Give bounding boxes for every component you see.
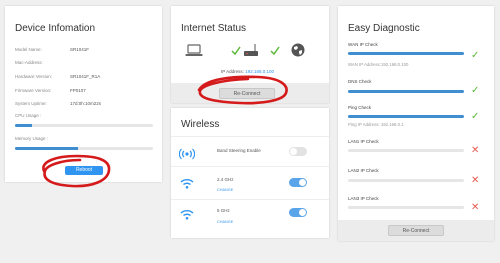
ip-address-line: IP Address: 192.168.0.100: [221, 69, 274, 74]
memory-usage-label: Memory Usage :: [15, 136, 49, 141]
router-icon: [244, 44, 258, 56]
wan-ip-check-bar: [348, 52, 464, 55]
model-name-value: SR1041F: [70, 47, 90, 52]
lan3-ip-check-bar: [348, 206, 464, 209]
pass-check-icon: ✓: [471, 111, 480, 122]
fail-cross-icon: ✕: [471, 202, 480, 213]
wireless-divider: [171, 199, 329, 200]
hardware-version-label: Hardware Version:: [15, 74, 53, 79]
band-24ghz-toggle[interactable]: [289, 178, 307, 187]
wifi-icon: [180, 179, 194, 189]
wan-ip-check-label: WAN IP Check: [348, 42, 378, 47]
band-steering-toggle[interactable]: [289, 147, 307, 156]
memory-usage-bar: [15, 147, 153, 150]
pass-check-icon: ✓: [471, 85, 480, 96]
memory-usage-fill: [15, 147, 79, 150]
cpu-usage-label: CPU Usage :: [15, 113, 42, 118]
wireless-title: Wireless: [181, 119, 220, 130]
system-uptime-label: System Uptime:: [15, 101, 47, 106]
device-info-card: Device Infomation Model Name: SR1041F Ma…: [5, 6, 162, 182]
mac-address-label: Mac-Address:: [15, 60, 43, 65]
toggle-knob: [299, 209, 306, 216]
lan1-ip-check-bar: [348, 149, 464, 152]
check-icon: [231, 46, 241, 55]
model-name-label: Model Name:: [15, 47, 42, 52]
reboot-button[interactable]: Reboot: [65, 166, 103, 175]
ping-check-bar: [348, 115, 464, 118]
internet-reconnect-button[interactable]: Re-Connect: [219, 88, 275, 99]
pass-check-icon: ✓: [471, 50, 480, 61]
ip-address-label: IP Address:: [221, 69, 246, 74]
band-24ghz-change-link[interactable]: CHANGE: [217, 188, 233, 192]
mac-address-row: Mac-Address:: [15, 60, 43, 65]
internet-status-title: Internet Status: [181, 23, 247, 34]
band-5ghz-toggle[interactable]: [289, 208, 307, 217]
model-name-row: Model Name: SR1041F: [15, 47, 89, 52]
wireless-divider: [171, 136, 329, 137]
dns-check-bar: [348, 90, 464, 93]
fail-cross-icon: ✕: [471, 175, 480, 186]
check-icon: [270, 46, 280, 55]
lan3-ip-check-label: LAN3 IP Check: [348, 196, 379, 201]
ping-check-label: Ping Check: [348, 105, 372, 110]
band-steering-icon: [179, 148, 195, 160]
wireless-card: Wireless Band Steering Enable 2.4 GHz CH…: [171, 108, 329, 238]
hardware-version-row: Hardware Version: SR1041F_R1A: [15, 74, 100, 79]
firmware-version-label: Firmware Version:: [15, 88, 52, 93]
wan-ip-address-text: WAN IP Address:192.168.0.100: [348, 62, 409, 67]
firmware-version-value: FP0107: [70, 88, 86, 93]
band-5ghz-label: 5 GHz: [217, 208, 230, 213]
lan2-ip-check-bar: [348, 179, 464, 182]
band-24ghz-label: 2.4 GHz: [217, 177, 234, 182]
internet-status-card: Internet Status IP Address: 192.168.0.10…: [171, 6, 329, 103]
ping-ip-address-text: Ping IP Address: 192.168.0.1: [348, 122, 404, 127]
lan2-ip-check-label: LAN2 IP Check: [348, 168, 379, 173]
laptop-icon: [185, 44, 203, 56]
toggle-knob: [290, 148, 297, 155]
easy-diagnostic-card: Easy Diagnostic WAN IP Check WAN IP Addr…: [338, 6, 494, 241]
ip-address-value: 192.168.0.100: [245, 69, 274, 74]
dns-check-label: DNS Check: [348, 79, 372, 84]
easy-diagnostic-title: Easy Diagnostic: [348, 23, 420, 34]
cpu-usage-fill: [15, 124, 32, 127]
wireless-divider: [171, 166, 329, 167]
device-info-title: Device Infomation: [15, 23, 96, 34]
lan1-ip-check-label: LAN1 IP Check: [348, 139, 379, 144]
hardware-version-value: SR1041F_R1A: [70, 74, 101, 79]
system-uptime-value: 17d:0h:10m22s: [70, 101, 102, 106]
firmware-version-row: Firmware Version: FP0107: [15, 88, 86, 93]
band-5ghz-change-link[interactable]: CHANGE: [217, 220, 233, 224]
globe-icon: [291, 43, 305, 57]
band-steering-label: Band Steering Enable: [217, 148, 261, 153]
cpu-usage-bar: [15, 124, 153, 127]
wifi-icon: [180, 210, 194, 220]
diagnostic-reconnect-button[interactable]: Re-Connect: [388, 225, 444, 236]
fail-cross-icon: ✕: [471, 145, 480, 156]
toggle-knob: [299, 179, 306, 186]
system-uptime-row: System Uptime: 17d:0h:10m22s: [15, 101, 101, 106]
